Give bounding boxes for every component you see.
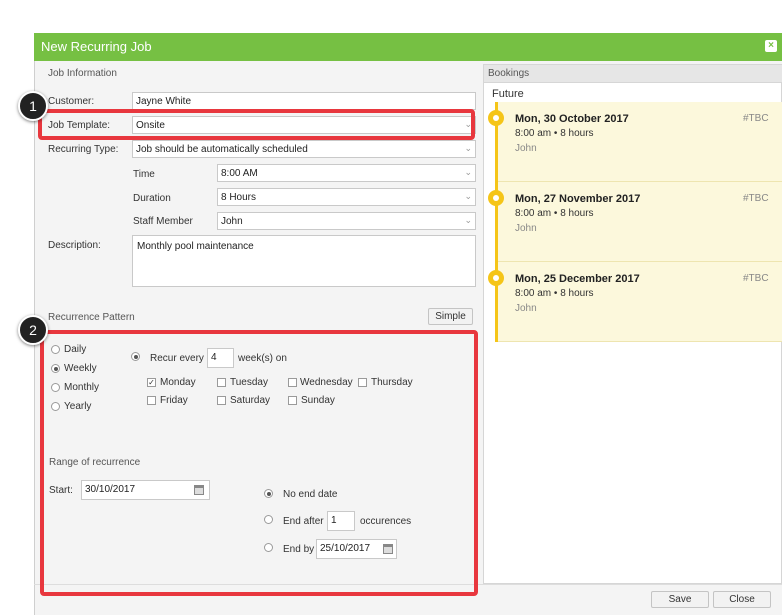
booking-date: Mon, 25 December 2017	[515, 273, 640, 285]
booking-time: 8:00 am • 8 hours	[515, 208, 594, 219]
booking-tag: #TBC	[743, 193, 769, 204]
chevron-down-icon: ⌄	[464, 143, 472, 153]
booking-tag: #TBC	[743, 273, 769, 284]
booking-staff: John	[515, 223, 537, 234]
booking-time: 8:00 am • 8 hours	[515, 288, 594, 299]
booking-date: Mon, 30 October 2017	[515, 113, 629, 125]
step-badge-2: 2	[18, 315, 48, 345]
staff-member-value: John	[221, 216, 243, 227]
title-bar: New Recurring Job ×	[34, 33, 782, 61]
description-label: Description:	[48, 240, 101, 251]
simple-button[interactable]: Simple	[428, 308, 473, 325]
description-textarea[interactable]: Monthly pool maintenance	[132, 235, 476, 287]
close-icon[interactable]: ×	[765, 40, 777, 52]
bookings-group-label: Future	[492, 88, 524, 100]
timeline-dot-icon	[488, 110, 504, 126]
save-button[interactable]: Save	[651, 591, 709, 608]
booking-staff: John	[515, 303, 537, 314]
customer-label: Customer:	[48, 96, 95, 107]
dialog-title: New Recurring Job	[41, 39, 152, 54]
booking-time: 8:00 am • 8 hours	[515, 128, 594, 139]
recurring-type-value: Job should be automatically scheduled	[136, 144, 308, 155]
close-button[interactable]: Close	[713, 591, 771, 608]
booking-staff: John	[515, 143, 537, 154]
callout-highlight-recurrence	[40, 330, 478, 596]
callout-highlight-template	[38, 109, 475, 140]
step-badge-1: 1	[18, 91, 48, 121]
time-value: 8:00 AM	[221, 168, 258, 179]
time-label: Time	[133, 169, 155, 180]
timeline-line	[495, 102, 498, 342]
booking-card[interactable]: Mon, 25 December 2017 #TBC 8:00 am • 8 h…	[497, 262, 782, 342]
booking-card[interactable]: Mon, 27 November 2017 #TBC 8:00 am • 8 h…	[497, 182, 782, 262]
recurrence-pattern-heading: Recurrence Pattern	[48, 312, 135, 323]
bookings-header: Bookings	[484, 65, 782, 83]
booking-date: Mon, 27 November 2017	[515, 193, 641, 205]
time-select[interactable]: 8:00 AM ⌄	[217, 164, 476, 182]
recurring-type-label: Recurring Type:	[48, 144, 119, 155]
duration-value: 8 Hours	[221, 192, 257, 203]
duration-label: Duration	[133, 193, 171, 204]
timeline-dot-icon	[488, 190, 504, 206]
timeline-dot-icon	[488, 270, 504, 286]
chevron-down-icon: ⌄	[464, 191, 472, 201]
duration-select[interactable]: 8 Hours ⌄	[217, 188, 476, 206]
customer-input[interactable]: Jayne White	[132, 92, 476, 110]
bookings-title: Bookings	[488, 68, 530, 79]
job-info-heading: Job Information	[48, 68, 117, 79]
chevron-down-icon: ⌄	[464, 215, 472, 225]
booking-card[interactable]: Mon, 30 October 2017 #TBC 8:00 am • 8 ho…	[497, 102, 782, 182]
booking-tag: #TBC	[743, 113, 769, 124]
staff-member-select[interactable]: John ⌄	[217, 212, 476, 230]
chevron-down-icon: ⌄	[464, 167, 472, 177]
staff-member-label: Staff Member	[133, 216, 193, 227]
recurring-type-select[interactable]: Job should be automatically scheduled ⌄	[132, 140, 476, 158]
